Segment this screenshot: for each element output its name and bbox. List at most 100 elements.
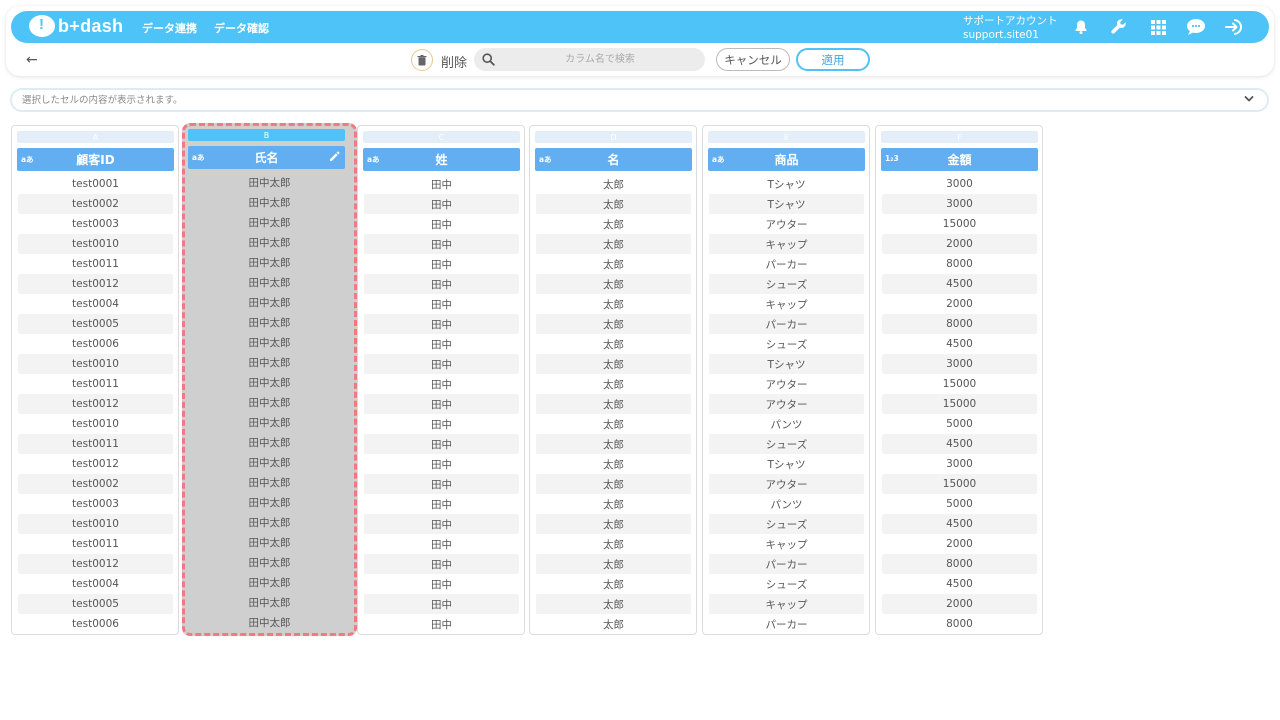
table-cell[interactable]: 田中 <box>364 434 519 454</box>
logo[interactable]: b+dash <box>29 15 123 37</box>
table-cell[interactable]: 15000 <box>882 214 1037 234</box>
table-cell[interactable]: test0003 <box>18 214 173 234</box>
table-cell[interactable]: 田中 <box>364 414 519 434</box>
table-cell[interactable]: test0012 <box>18 454 173 474</box>
table-cell[interactable]: パンツ <box>709 494 864 514</box>
table-cell[interactable]: 田中太郎 <box>189 272 350 292</box>
table-cell[interactable]: シューズ <box>709 274 864 294</box>
table-cell[interactable]: 田中太郎 <box>189 212 350 232</box>
table-cell[interactable]: Tシャツ <box>709 194 864 214</box>
table-cell[interactable]: test0012 <box>18 394 173 414</box>
column-header[interactable]: aあ 顧客ID <box>17 148 174 171</box>
table-cell[interactable]: test0005 <box>18 314 173 334</box>
table-cell[interactable]: 8000 <box>882 614 1037 634</box>
table-cell[interactable]: 田中太郎 <box>189 352 350 372</box>
table-cell[interactable]: 太郎 <box>536 174 691 194</box>
column-header[interactable]: aあ 商品 <box>708 148 865 171</box>
table-cell[interactable]: シューズ <box>709 514 864 534</box>
account-info[interactable]: サポートアカウント support.site01 <box>963 14 1058 42</box>
table-cell[interactable]: 田中 <box>364 354 519 374</box>
table-cell[interactable]: 15000 <box>882 374 1037 394</box>
table-cell[interactable]: 4500 <box>882 274 1037 294</box>
table-cell[interactable]: 太郎 <box>536 574 691 594</box>
back-arrow-icon[interactable]: ← <box>26 52 38 68</box>
table-cell[interactable]: 田中太郎 <box>189 572 350 592</box>
table-cell[interactable]: 太郎 <box>536 274 691 294</box>
table-cell[interactable]: 田中 <box>364 454 519 474</box>
column-letter[interactable]: D <box>535 131 692 143</box>
nav-data-integration[interactable]: データ連携 <box>142 20 197 36</box>
table-cell[interactable]: 太郎 <box>536 354 691 374</box>
column-f[interactable]: F 1₂3 金額 3000 3000 15000 2000 8000 4500 2000 8000 4… <box>875 125 1043 635</box>
table-cell[interactable]: 田中太郎 <box>189 372 350 392</box>
table-cell[interactable]: 田中 <box>364 214 519 234</box>
table-cell[interactable]: 太郎 <box>536 454 691 474</box>
table-cell[interactable]: 田中 <box>364 394 519 414</box>
table-cell[interactable]: test0006 <box>18 614 173 634</box>
table-cell[interactable]: test0010 <box>18 514 173 534</box>
table-cell[interactable]: 田中太郎 <box>189 612 350 632</box>
table-cell[interactable]: 2000 <box>882 594 1037 614</box>
table-cell[interactable]: シューズ <box>709 334 864 354</box>
table-cell[interactable]: test0010 <box>18 414 173 434</box>
logout-icon[interactable] <box>1225 17 1245 37</box>
table-cell[interactable]: 太郎 <box>536 214 691 234</box>
table-cell[interactable]: キャップ <box>709 534 864 554</box>
table-cell[interactable]: 田中太郎 <box>189 412 350 432</box>
table-cell[interactable]: 田中 <box>364 254 519 274</box>
table-cell[interactable]: 田中 <box>364 534 519 554</box>
table-cell[interactable]: 3000 <box>882 454 1037 474</box>
table-cell[interactable]: 田中太郎 <box>189 252 350 272</box>
column-e[interactable]: Eaあ 商品 Tシャツ Tシャツ アウター キャップ パーカー シューズ キャップ パーカー シュー… <box>702 125 870 635</box>
table-cell[interactable]: 4500 <box>882 514 1037 534</box>
table-cell[interactable]: 8000 <box>882 554 1037 574</box>
chat-icon[interactable] <box>1186 17 1206 37</box>
table-cell[interactable]: 2000 <box>882 294 1037 314</box>
column-header[interactable]: aあ 姓 <box>363 148 520 171</box>
table-cell[interactable]: 4500 <box>882 334 1037 354</box>
column-letter[interactable]: B <box>188 129 345 141</box>
column-letter[interactable]: F <box>881 131 1038 143</box>
table-cell[interactable]: 太郎 <box>536 254 691 274</box>
table-cell[interactable]: キャップ <box>709 594 864 614</box>
column-letter[interactable]: A <box>17 131 174 143</box>
chevron-down-icon[interactable] <box>1243 93 1255 105</box>
table-cell[interactable]: 田中 <box>364 334 519 354</box>
table-cell[interactable]: アウター <box>709 474 864 494</box>
cancel-button[interactable]: キャンセル <box>716 48 790 71</box>
table-cell[interactable]: test0002 <box>18 474 173 494</box>
column-header[interactable]: aあ 氏名 <box>188 146 345 169</box>
table-cell[interactable]: 太郎 <box>536 474 691 494</box>
table-cell[interactable]: 8000 <box>882 254 1037 274</box>
table-cell[interactable]: 田中 <box>364 554 519 574</box>
table-cell[interactable]: 3000 <box>882 354 1037 374</box>
apply-button[interactable]: 適用 <box>796 48 870 71</box>
table-cell[interactable]: 太郎 <box>536 494 691 514</box>
table-cell[interactable]: 太郎 <box>536 534 691 554</box>
table-cell[interactable]: 田中 <box>364 474 519 494</box>
column-a[interactable]: Aaあ 顧客ID test0001 test0002 test0003 test0010 t… <box>11 125 179 635</box>
table-cell[interactable]: test0011 <box>18 254 173 274</box>
table-cell[interactable]: test0004 <box>18 294 173 314</box>
column-header[interactable]: aあ 名 <box>535 148 692 171</box>
wrench-icon[interactable] <box>1109 17 1129 37</box>
table-cell[interactable]: 太郎 <box>536 234 691 254</box>
table-cell[interactable]: 田中 <box>364 514 519 534</box>
table-cell[interactable]: シューズ <box>709 574 864 594</box>
table-cell[interactable]: 太郎 <box>536 514 691 534</box>
table-cell[interactable]: 田中太郎 <box>189 432 350 452</box>
column-letter[interactable]: E <box>708 131 865 143</box>
table-cell[interactable]: キャップ <box>709 294 864 314</box>
table-cell[interactable]: 太郎 <box>536 394 691 414</box>
table-cell[interactable]: パーカー <box>709 314 864 334</box>
table-cell[interactable]: 田中 <box>364 594 519 614</box>
table-cell[interactable]: 田中 <box>364 314 519 334</box>
table-cell[interactable]: 2000 <box>882 534 1037 554</box>
table-cell[interactable]: test0003 <box>18 494 173 514</box>
table-cell[interactable]: パーカー <box>709 254 864 274</box>
table-cell[interactable]: 15000 <box>882 474 1037 494</box>
table-cell[interactable]: 田中 <box>364 614 519 634</box>
table-cell[interactable]: 太郎 <box>536 594 691 614</box>
table-cell[interactable]: 太郎 <box>536 614 691 634</box>
table-cell[interactable]: アウター <box>709 214 864 234</box>
